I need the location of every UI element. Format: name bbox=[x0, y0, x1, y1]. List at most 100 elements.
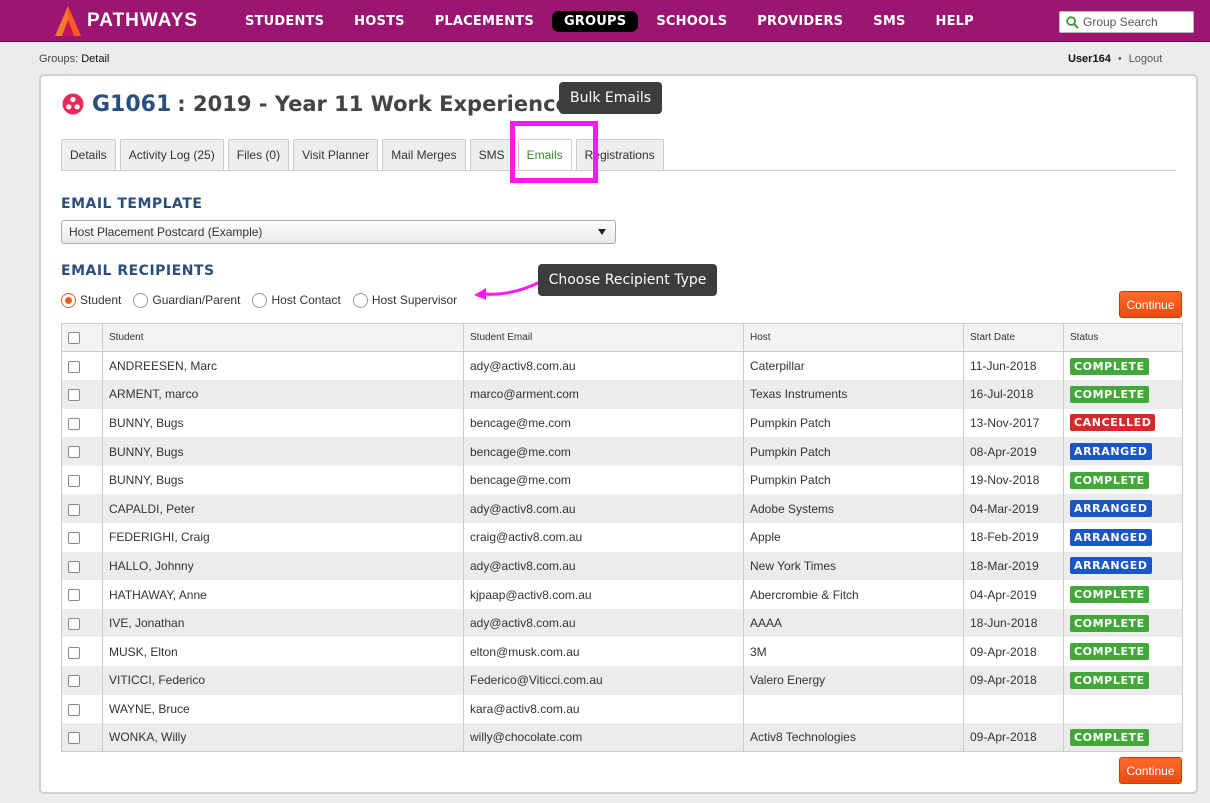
table-row[interactable]: HALLO, Johnny ady@activ8.com.au New York T… bbox=[61, 551, 1183, 581]
column-header-status[interactable]: Status bbox=[1063, 323, 1183, 352]
table-row[interactable]: IVE, Jonathan ady@activ8.com.au AAAA 18-Jun… bbox=[61, 608, 1183, 638]
recipient-option-host-contact[interactable]: Host Contact bbox=[252, 292, 341, 308]
top-navigation-bar: PATHWAYS STUDENTS HOSTS PLACEMENTS GROUPS SC… bbox=[0, 0, 1210, 42]
student-email: ady@activ8.com.au bbox=[463, 351, 744, 381]
radio-label: Host Supervisor bbox=[371, 293, 458, 307]
recipient-type-radios: Student Guardian/Parent Host Contact Host S… bbox=[61, 292, 469, 308]
student-name: WAYNE, Bruce bbox=[102, 694, 464, 724]
table-row[interactable]: WAYNE, Bruce kara@activ8.com.au bbox=[61, 694, 1183, 724]
student-email: bencage@me.com bbox=[463, 408, 744, 438]
start-date: 13-Nov-2017 bbox=[963, 408, 1064, 438]
row-checkbox[interactable] bbox=[68, 703, 80, 716]
row-checkbox[interactable] bbox=[68, 503, 80, 516]
student-email: ady@activ8.com.au bbox=[463, 494, 744, 524]
nav-item-hosts[interactable]: HOSTS bbox=[342, 11, 417, 32]
radio-button[interactable] bbox=[252, 292, 268, 308]
status-badge: COMPLETE bbox=[1070, 586, 1149, 604]
row-checkbox[interactable] bbox=[68, 475, 80, 487]
continue-button-bottom[interactable]: Continue bbox=[1119, 757, 1182, 784]
radio-button[interactable] bbox=[133, 292, 149, 308]
table-row[interactable]: ARMENT, marco marco@arment.com Texas Instr… bbox=[61, 380, 1183, 409]
row-checkbox[interactable] bbox=[68, 732, 80, 745]
status-badge: COMPLETE bbox=[1070, 671, 1149, 689]
recipients-table: Student Student Email Host Start Date St… bbox=[61, 323, 1183, 753]
start-date: 09-Apr-2018 bbox=[963, 637, 1064, 667]
row-checkbox[interactable] bbox=[68, 560, 80, 573]
nav-item-providers[interactable]: PROVIDERS bbox=[745, 11, 855, 32]
host-name: Abercrombie & Fitch bbox=[743, 580, 964, 609]
email-template-select[interactable]: Host Placement Postcard (Example) bbox=[61, 220, 616, 244]
table-row[interactable]: BUNNY, Bugs bencage@me.com Pumpkin Patch 19… bbox=[61, 465, 1183, 495]
start-date: 16-Jul-2018 bbox=[963, 380, 1064, 409]
tab-details[interactable]: Details bbox=[61, 139, 116, 170]
column-header-student[interactable]: Student bbox=[102, 323, 464, 352]
table-row[interactable]: HATHAWAY, Anne kjpaap@activ8.com.au Abercr… bbox=[61, 580, 1183, 609]
recipient-option-host-supervisor[interactable]: Host Supervisor bbox=[352, 292, 458, 308]
student-email: kjpaap@activ8.com.au bbox=[463, 580, 744, 609]
breadcrumb-section[interactable]: Groups: bbox=[39, 53, 78, 65]
select-all-checkbox[interactable] bbox=[68, 331, 80, 344]
recipient-option-guardian-parent[interactable]: Guardian/Parent bbox=[133, 292, 240, 308]
nav-item-groups[interactable]: GROUPS bbox=[551, 11, 639, 32]
row-checkbox[interactable] bbox=[68, 589, 80, 602]
student-name: BUNNY, Bugs bbox=[102, 437, 464, 466]
row-checkbox[interactable] bbox=[68, 617, 80, 630]
email-template-heading: EMAIL TEMPLATE bbox=[61, 196, 203, 212]
table-row[interactable]: MUSK, Elton elton@musk.com.au 3M 09-Apr-201… bbox=[61, 637, 1183, 667]
row-checkbox[interactable] bbox=[68, 417, 80, 430]
row-checkbox[interactable] bbox=[68, 532, 80, 545]
start-date bbox=[963, 694, 1064, 724]
nav-item-placements[interactable]: PLACEMENTS bbox=[423, 11, 546, 32]
status-badge: COMPLETE bbox=[1070, 357, 1149, 375]
status-cell: ARRANGED bbox=[1063, 494, 1183, 524]
nav-item-sms[interactable]: SMS bbox=[861, 11, 917, 32]
column-header-start-date[interactable]: Start Date bbox=[963, 323, 1064, 352]
group-search-input[interactable] bbox=[1083, 15, 1191, 29]
start-date: 18-Jun-2018 bbox=[963, 608, 1064, 638]
continue-button-top[interactable]: Continue bbox=[1119, 291, 1182, 318]
group-code: G1061 bbox=[92, 91, 172, 117]
tab-mail-merges[interactable]: Mail Merges bbox=[382, 139, 466, 170]
group-search-box[interactable] bbox=[1059, 11, 1194, 33]
table-row[interactable]: BUNNY, Bugs bencage@me.com Pumpkin Patch 13… bbox=[61, 408, 1183, 438]
table-row[interactable]: CAPALDI, Peter ady@activ8.com.au Adobe Sys… bbox=[61, 494, 1183, 524]
row-select-cell bbox=[61, 465, 103, 495]
tab-sms[interactable]: SMS bbox=[469, 139, 514, 170]
column-header-email[interactable]: Student Email bbox=[463, 323, 744, 352]
logout-link[interactable]: Logout bbox=[1129, 53, 1163, 65]
tab-files[interactable]: Files (0) bbox=[227, 139, 290, 170]
student-email: elton@musk.com.au bbox=[463, 637, 744, 667]
table-row[interactable]: FEDERIGHI, Craig craig@activ8.com.au Apple… bbox=[61, 523, 1183, 552]
row-checkbox[interactable] bbox=[68, 446, 80, 459]
start-date: 04-Mar-2019 bbox=[963, 494, 1064, 524]
user-separator: • bbox=[1117, 53, 1122, 65]
column-header-host[interactable]: Host bbox=[743, 323, 964, 352]
flame-logo-icon bbox=[55, 6, 81, 36]
page-title: G1061 : 2019 - Year 11 Work Experience bbox=[62, 90, 570, 118]
tab-activity-log[interactable]: Activity Log (25) bbox=[119, 139, 224, 170]
nav-item-schools[interactable]: SCHOOLS bbox=[644, 11, 739, 32]
start-date: 08-Apr-2019 bbox=[963, 437, 1064, 466]
recipient-option-student[interactable]: Student bbox=[61, 292, 121, 308]
dropdown-arrow-icon bbox=[598, 229, 606, 235]
row-checkbox[interactable] bbox=[68, 675, 80, 688]
radio-button[interactable] bbox=[352, 292, 368, 308]
pathways-logo[interactable]: PATHWAYS bbox=[55, 6, 198, 36]
table-row[interactable]: BUNNY, Bugs bencage@me.com Pumpkin Patch 08… bbox=[61, 437, 1183, 466]
row-select-cell bbox=[61, 551, 103, 581]
status-cell: COMPLETE bbox=[1063, 637, 1183, 667]
host-name: Texas Instruments bbox=[743, 380, 964, 409]
table-row[interactable]: WONKA, Willy willy@chocolate.com Activ8 Te… bbox=[61, 723, 1183, 752]
row-checkbox[interactable] bbox=[68, 360, 80, 373]
status-badge: COMPLETE bbox=[1070, 643, 1149, 661]
nav-item-students[interactable]: STUDENTS bbox=[233, 11, 336, 32]
row-checkbox[interactable] bbox=[68, 389, 80, 402]
nav-item-help[interactable]: HELP bbox=[924, 11, 986, 32]
student-email: ady@activ8.com.au bbox=[463, 551, 744, 581]
row-select-cell bbox=[61, 437, 103, 466]
row-checkbox[interactable] bbox=[68, 646, 80, 659]
tab-visit-planner[interactable]: Visit Planner bbox=[293, 139, 379, 170]
table-row[interactable]: ANDREESEN, Marc ady@activ8.com.au Caterpil… bbox=[61, 351, 1183, 381]
table-row[interactable]: VITICCI, Federico Federico@Viticci.com.au… bbox=[61, 666, 1183, 695]
radio-button[interactable] bbox=[61, 292, 76, 308]
